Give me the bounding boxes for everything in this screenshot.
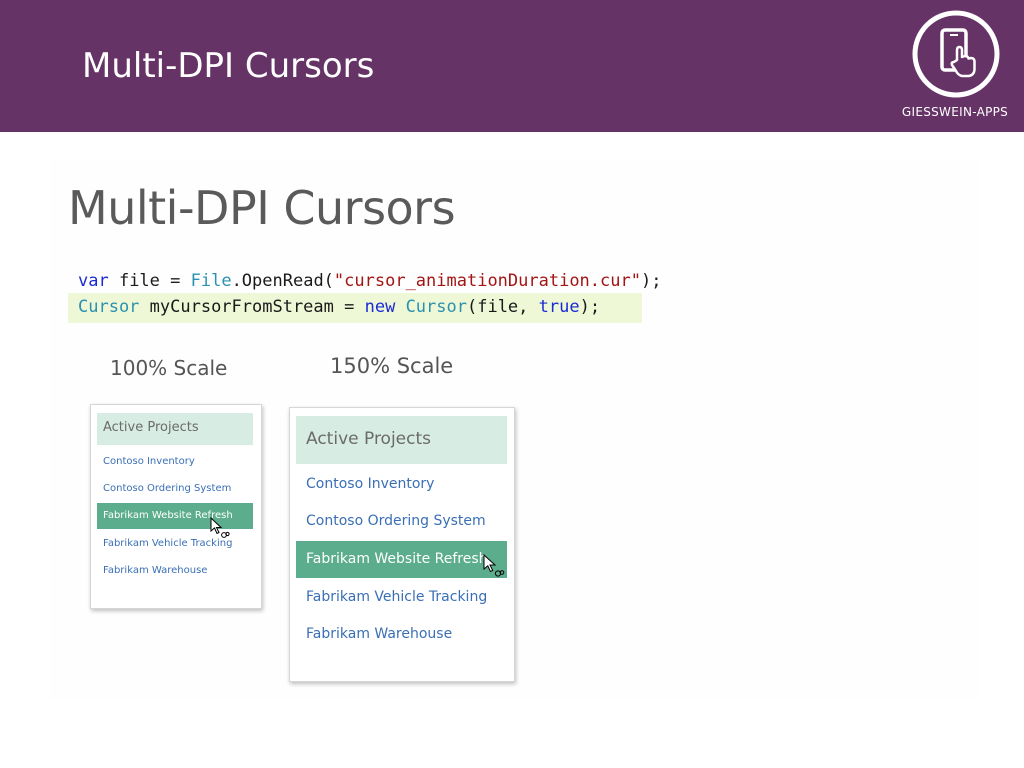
code-keyword: true	[538, 297, 580, 317]
code-text: myCursorFromStream =	[139, 297, 365, 317]
list-item[interactable]: Fabrikam Warehouse	[97, 558, 253, 584]
scale-label-100: 100% Scale	[110, 356, 228, 380]
list-item[interactable]: Contoso Ordering System	[97, 476, 253, 502]
list-item[interactable]: Fabrikam Warehouse	[296, 616, 507, 653]
scale-label-150: 150% Scale	[330, 354, 454, 378]
code-keyword: var	[78, 271, 109, 291]
brand-label: GIESSWEIN-APPS	[901, 105, 1009, 119]
projects-panel-100: Active Projects Contoso Inventory Contos…	[90, 404, 262, 609]
code-type: File	[190, 271, 232, 291]
code-type: Cursor	[405, 297, 467, 317]
code-keyword: new	[364, 297, 396, 317]
panel-header: Active Projects	[97, 413, 253, 445]
code-text: );	[640, 271, 662, 291]
busy-arrow-cursor-icon	[483, 554, 505, 577]
list-item-selected[interactable]: Fabrikam Website Refresh	[296, 541, 507, 578]
list-item[interactable]: Contoso Ordering System	[296, 503, 507, 540]
code-text: .OpenRead(	[231, 271, 334, 291]
panel-header: Active Projects	[296, 416, 507, 464]
list-item[interactable]: Contoso Inventory	[296, 466, 507, 503]
code-line-2: Cursor myCursorFromStream = new Cursor(f…	[78, 296, 600, 318]
code-line-1: var file = File.OpenRead("cursor_animati…	[78, 270, 661, 292]
code-text: );	[579, 297, 601, 317]
list-item[interactable]: Fabrikam Vehicle Tracking	[296, 579, 507, 616]
code-type: Cursor	[78, 297, 140, 317]
projects-panel-150: Active Projects Contoso Inventory Contos…	[289, 407, 515, 682]
busy-arrow-cursor-icon	[210, 517, 230, 538]
slide-title: Multi-DPI Cursors	[82, 46, 375, 86]
code-text: file =	[108, 271, 191, 291]
code-string: "cursor_animationDuration.cur"	[333, 271, 641, 291]
screenshot-title: Multi-DPI Cursors	[68, 181, 456, 235]
code-text: (file,	[466, 297, 539, 317]
slide-banner: Multi-DPI Cursors GIESSWEIN-APPS	[0, 0, 1024, 132]
list-item[interactable]: Contoso Inventory	[97, 449, 253, 475]
tablet-touch-icon	[912, 10, 1000, 98]
